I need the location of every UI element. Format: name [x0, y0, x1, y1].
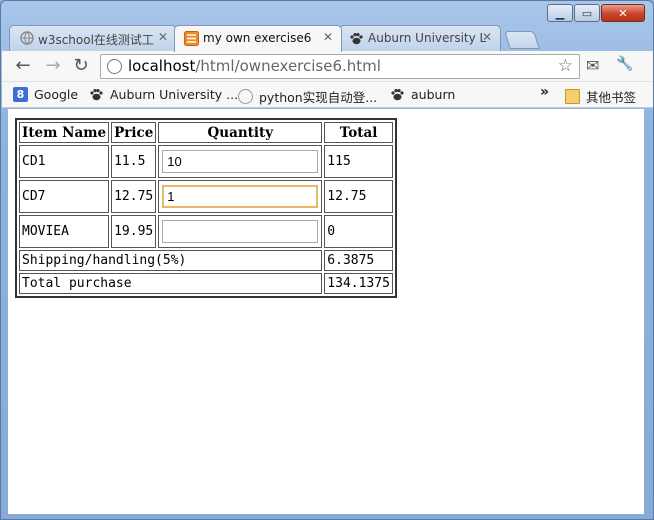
table-row: CD1 11.5 115: [19, 145, 393, 178]
header-price: Price: [111, 122, 157, 143]
globe-icon: [19, 31, 34, 46]
quantity-input-cd1[interactable]: [162, 150, 319, 173]
quantity-cell: [158, 215, 323, 248]
shipping-value: 6.3875: [324, 250, 393, 271]
close-window-button[interactable]: ✕: [601, 4, 645, 22]
table-row: CD7 12.75 12.75: [19, 180, 393, 213]
quantity-cell: [158, 145, 323, 178]
header-quantity: Quantity: [158, 122, 323, 143]
reload-button[interactable]: ↻: [70, 55, 92, 77]
tab-w3school[interactable]: w3school在线测试工 ✕: [9, 25, 177, 51]
quantity-input-cd7[interactable]: [162, 185, 319, 208]
bookmarks-overflow-chevron-icon[interactable]: »: [540, 84, 549, 100]
window-controls: ▁ ▭ ✕: [546, 4, 645, 22]
browser-window: ▁ ▭ ✕ w3school在线测试工 ✕ my own exercise6 ✕…: [0, 0, 654, 520]
page-content: Item Name Price Quantity Total CD1 11.5 …: [8, 109, 644, 514]
toolbar: ← → ↻ localhost/html/ownexercise6.html ☆…: [2, 51, 653, 82]
total-purchase-value: 134.1375: [324, 273, 393, 294]
tab-label: Auburn University L: [368, 31, 487, 45]
price-cell: 11.5: [111, 145, 157, 178]
tab-auburn-university[interactable]: Auburn University L ✕: [339, 25, 501, 51]
url-text: localhost/html/ownexercise6.html: [128, 57, 381, 75]
address-bar[interactable]: localhost/html/ownexercise6.html ☆: [100, 54, 580, 79]
tab-close-icon[interactable]: ✕: [158, 30, 168, 44]
paw-icon: [390, 87, 405, 102]
tab-my-own-exercise6[interactable]: my own exercise6 ✕: [174, 25, 342, 52]
price-cell: 19.95: [111, 215, 157, 248]
table-row: MOVIEA 19.95 0: [19, 215, 393, 248]
html-icon: [184, 31, 199, 46]
bookmark-star-icon[interactable]: ☆: [558, 56, 573, 76]
google-icon: 8: [13, 87, 28, 102]
minimize-button[interactable]: ▁: [547, 4, 573, 22]
mail-extension-icon[interactable]: ✉: [586, 56, 599, 75]
table-header-row: Item Name Price Quantity Total: [19, 122, 393, 143]
shipping-row: Shipping/handling(5%) 6.3875: [19, 250, 393, 271]
bookmark-python[interactable]: python实现自动登...: [238, 87, 377, 106]
shipping-label: Shipping/handling(5%): [19, 250, 323, 271]
back-button[interactable]: ←: [12, 55, 34, 77]
maximize-button[interactable]: ▭: [574, 4, 600, 22]
paw-icon: [349, 31, 364, 46]
total-purchase-label: Total purchase: [19, 273, 323, 294]
purchase-table: Item Name Price Quantity Total CD1 11.5 …: [15, 118, 397, 298]
header-item-name: Item Name: [19, 122, 110, 143]
tab-close-icon[interactable]: ✕: [482, 30, 492, 44]
quantity-cell: [158, 180, 323, 213]
wrench-icon[interactable]: 🔧: [616, 56, 633, 72]
folder-icon: [565, 89, 580, 104]
bookmark-google[interactable]: 8 Google: [13, 87, 78, 102]
new-tab-button[interactable]: [504, 31, 540, 49]
other-bookmarks-folder[interactable]: 其他书签: [565, 87, 636, 106]
tab-label: my own exercise6: [203, 31, 312, 45]
tab-close-icon[interactable]: ✕: [323, 30, 333, 44]
paw-icon: [89, 87, 104, 102]
item-name-cell: CD1: [19, 145, 110, 178]
total-cell: 115: [324, 145, 393, 178]
quantity-input-moviea[interactable]: [162, 220, 319, 243]
tab-label: w3school在线测试工: [38, 33, 154, 47]
globe-icon: [107, 59, 122, 74]
bookmark-auburn[interactable]: auburn: [390, 87, 455, 102]
header-total: Total: [324, 122, 393, 143]
forward-button[interactable]: →: [42, 55, 64, 77]
globe-icon: [238, 89, 253, 104]
bookmark-auburn-university[interactable]: Auburn University ...: [89, 87, 238, 102]
item-name-cell: CD7: [19, 180, 110, 213]
bookmarks-bar: 8 Google Auburn University ... python实现自…: [2, 82, 653, 108]
item-name-cell: MOVIEA: [19, 215, 110, 248]
total-cell: 12.75: [324, 180, 393, 213]
total-cell: 0: [324, 215, 393, 248]
price-cell: 12.75: [111, 180, 157, 213]
total-purchase-row: Total purchase 134.1375: [19, 273, 393, 294]
